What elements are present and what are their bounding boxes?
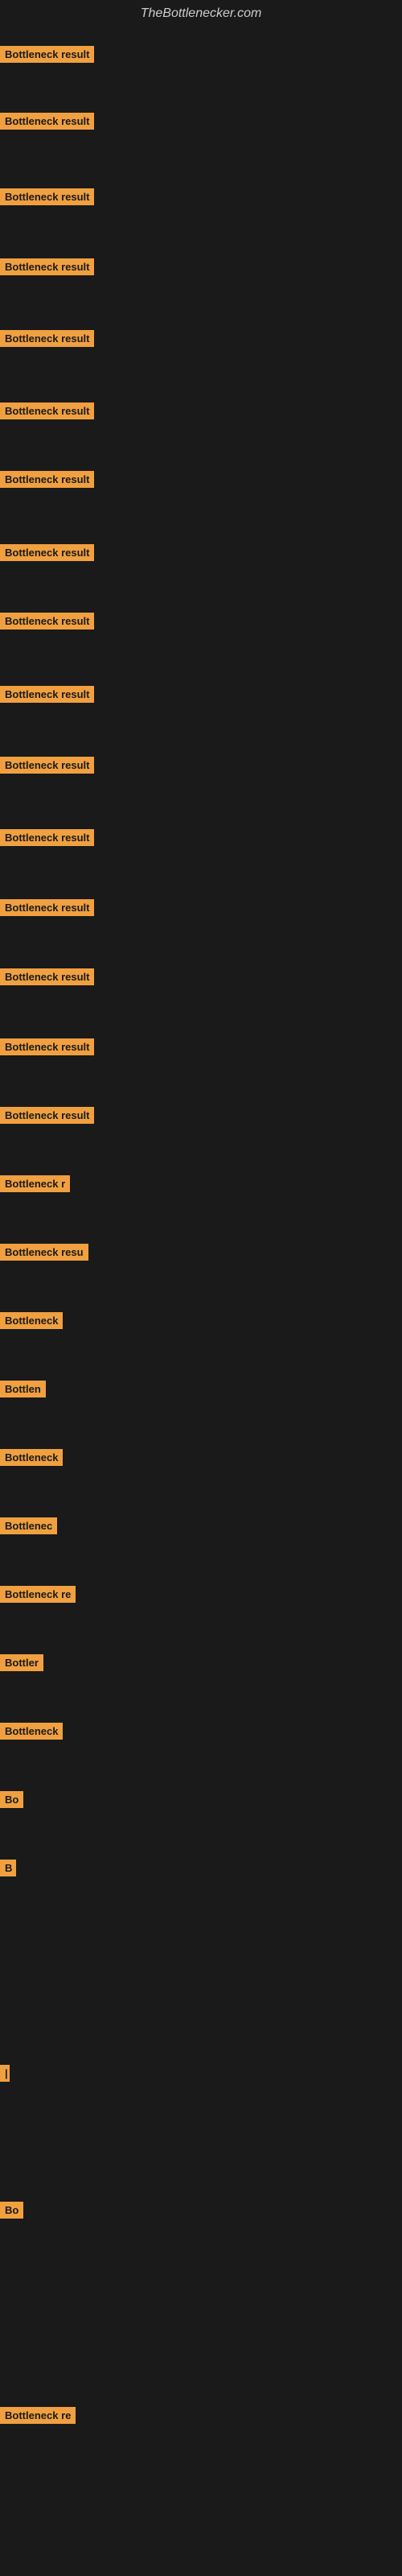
bottleneck-label: Bottler <box>0 1654 43 1671</box>
bottleneck-label: Bottleneck result <box>0 258 94 275</box>
bottleneck-item: Bottleneck re <box>0 1586 76 1607</box>
bottleneck-label: Bottlenec <box>0 1517 57 1534</box>
bottleneck-item: Bottleneck result <box>0 113 94 134</box>
bottleneck-label: Bottleneck result <box>0 613 94 630</box>
bottleneck-item: Bottleneck result <box>0 258 94 279</box>
bottleneck-label: Bottleneck result <box>0 1107 94 1124</box>
bottleneck-label: Bottleneck result <box>0 757 94 774</box>
bottleneck-label: Bottleneck result <box>0 968 94 985</box>
bottleneck-label: Bottleneck result <box>0 402 94 419</box>
bottleneck-item: Bottleneck r <box>0 1175 70 1196</box>
bottleneck-item: Bottlen <box>0 1381 46 1402</box>
bottleneck-item: Bottleneck result <box>0 1038 94 1059</box>
bottleneck-label: Bottleneck result <box>0 1038 94 1055</box>
bottleneck-item: | <box>0 2065 10 2086</box>
bottleneck-item: Bottleneck result <box>0 1107 94 1128</box>
bottleneck-label: Bottleneck result <box>0 544 94 561</box>
bottleneck-label: Bottleneck result <box>0 188 94 205</box>
bottleneck-label: Bottleneck resu <box>0 1244 88 1261</box>
site-title: TheBottlenecker.com <box>0 0 402 27</box>
bottleneck-label: Bo <box>0 1791 23 1808</box>
bottleneck-label: | <box>0 2065 10 2082</box>
bottleneck-label: Bottleneck r <box>0 1175 70 1192</box>
bottleneck-item: Bottleneck result <box>0 899 94 920</box>
bottleneck-item: Bottleneck result <box>0 686 94 707</box>
bottleneck-label: Bo <box>0 2202 23 2219</box>
bottleneck-item: Bottleneck result <box>0 829 94 850</box>
bottleneck-label: Bottlen <box>0 1381 46 1397</box>
bottleneck-label: Bottleneck result <box>0 899 94 916</box>
bottleneck-label: Bottleneck re <box>0 1586 76 1603</box>
bottleneck-label: Bottleneck <box>0 1449 63 1466</box>
bottleneck-item: Bottleneck resu <box>0 1244 88 1265</box>
bottleneck-label: B <box>0 1860 16 1876</box>
bottleneck-item: Bo <box>0 2202 23 2223</box>
bottleneck-label: Bottleneck <box>0 1312 63 1329</box>
bottleneck-item: Bottleneck result <box>0 471 94 492</box>
bottleneck-item: Bo <box>0 1791 23 1812</box>
bottleneck-label: Bottleneck result <box>0 46 94 63</box>
bottleneck-item: B <box>0 1860 16 1880</box>
bottleneck-label: Bottleneck result <box>0 113 94 130</box>
bottleneck-label: Bottleneck result <box>0 829 94 846</box>
bottleneck-label: Bottleneck result <box>0 686 94 703</box>
bottleneck-label: Bottleneck re <box>0 2407 76 2424</box>
bottleneck-item: Bottler <box>0 1654 43 1675</box>
bottleneck-item: Bottleneck result <box>0 544 94 565</box>
bottleneck-item: Bottleneck result <box>0 968 94 989</box>
bottleneck-label: Bottleneck result <box>0 330 94 347</box>
bottleneck-label: Bottleneck result <box>0 471 94 488</box>
bottleneck-item: Bottleneck result <box>0 402 94 423</box>
bottleneck-item: Bottleneck result <box>0 613 94 634</box>
bottleneck-label: Bottleneck <box>0 1723 63 1740</box>
bottleneck-item: Bottleneck result <box>0 188 94 209</box>
bottleneck-item: Bottlenec <box>0 1517 57 1538</box>
bottleneck-item: Bottleneck <box>0 1312 63 1333</box>
bottleneck-item: Bottleneck <box>0 1723 63 1744</box>
bottleneck-item: Bottleneck result <box>0 330 94 351</box>
bottleneck-item: Bottleneck <box>0 1449 63 1470</box>
bottleneck-item: Bottleneck result <box>0 46 94 67</box>
bottleneck-item: Bottleneck re <box>0 2407 76 2428</box>
bottleneck-item: Bottleneck result <box>0 757 94 778</box>
